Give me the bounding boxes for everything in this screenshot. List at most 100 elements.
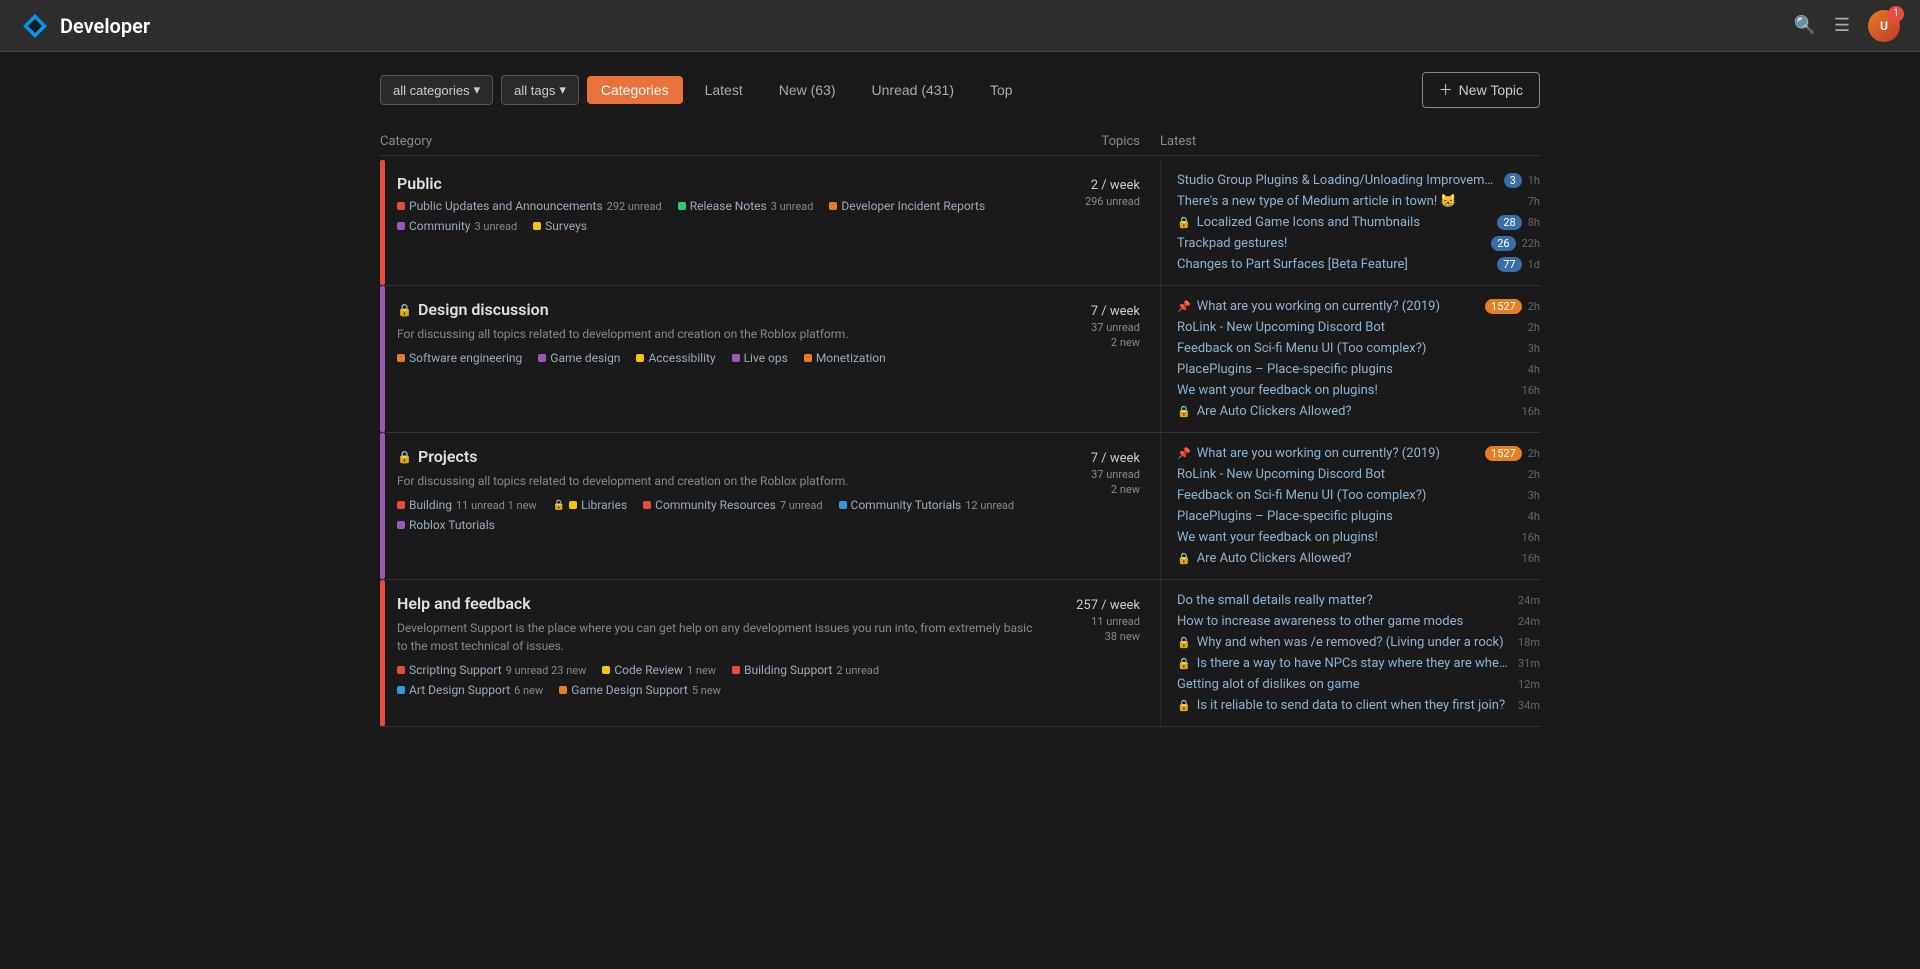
category-name[interactable]: Public <box>397 174 1040 193</box>
latest-topic-link[interactable]: Localized Game Icons and Thumbnails <box>1197 215 1492 230</box>
latest-topic-link[interactable]: Is there a way to have NPCs stay where t… <box>1197 656 1512 671</box>
tab-categories[interactable]: Categories <box>587 76 683 104</box>
notification-badge: 1 <box>1888 6 1904 22</box>
stat-new: 2 new <box>1111 483 1140 496</box>
subcat-color-dot <box>678 202 686 210</box>
subcat-name-link[interactable]: Community Resources <box>655 498 776 512</box>
subcat-name-link[interactable]: Surveys <box>545 219 587 233</box>
subcat-name-link[interactable]: Community Tutorials <box>851 498 962 512</box>
category-color-bar <box>380 160 385 285</box>
subcat-count: 3 unread <box>771 200 814 213</box>
tab-top[interactable]: Top <box>976 76 1027 104</box>
latest-topic-link[interactable]: What are you working on currently? (2019… <box>1197 446 1479 461</box>
subcategories: Software engineering Game design Accessibi… <box>397 351 1040 365</box>
subcat-color-dot <box>732 666 740 674</box>
latest-topic-link[interactable]: We want your feedback on plugins! <box>1177 383 1516 398</box>
latest-topic-link[interactable]: PlacePlugins – Place-specific plugins <box>1177 362 1522 377</box>
category-latest: Do the small details really matter?24mHo… <box>1160 580 1540 726</box>
subcat-color-dot <box>732 354 740 362</box>
subcat-name-link[interactable]: Public Updates and Announcements <box>409 199 603 213</box>
latest-time: 2h <box>1528 468 1540 481</box>
category-name[interactable]: Help and feedback <box>397 594 1040 613</box>
subcat-color-dot <box>643 501 651 509</box>
tab-new[interactable]: New (63) <box>765 76 850 104</box>
latest-topic-link[interactable]: Are Auto Clickers Allowed? <box>1197 551 1516 566</box>
stat-per-week: 7 / week <box>1091 304 1140 319</box>
hamburger-icon[interactable]: ☰ <box>1834 15 1850 36</box>
subcat-count: 3 unread <box>474 220 517 233</box>
reply-count-badge: 28 <box>1497 215 1521 230</box>
latest-topic-link[interactable]: Are Auto Clickers Allowed? <box>1197 404 1516 419</box>
latest-time: 16h <box>1522 552 1540 565</box>
latest-topic-link[interactable]: There's a new type of Medium article in … <box>1177 194 1522 209</box>
category-color-bar <box>380 580 385 726</box>
subcat-name-link[interactable]: Libraries <box>581 498 627 512</box>
latest-topic-link[interactable]: How to increase awareness to other game … <box>1177 614 1512 629</box>
category-name[interactable]: 🔒Projects <box>397 447 1040 466</box>
subcat-name-link[interactable]: Accessibility <box>648 351 715 365</box>
subcat-color-dot <box>397 686 405 694</box>
locked-icon: 🔒 <box>1177 636 1191 649</box>
latest-topic-link[interactable]: Why and when was /e removed? (Living und… <box>1197 635 1512 650</box>
subcat-name-link[interactable]: Building Support <box>744 663 832 677</box>
latest-time: 7h <box>1528 195 1540 208</box>
latest-topic-link[interactable]: Trackpad gestures! <box>1177 236 1485 251</box>
latest-topic-link[interactable]: Is it reliable to send data to client wh… <box>1197 698 1512 713</box>
subcat-name-link[interactable]: Monetization <box>816 351 886 365</box>
tab-unread[interactable]: Unread (431) <box>858 76 969 104</box>
tab-latest[interactable]: Latest <box>691 76 757 104</box>
subcategory-item: Release Notes 3 unread <box>678 199 814 213</box>
new-topic-button[interactable]: ＋ New Topic <box>1422 72 1540 108</box>
subcategories: Scripting Support9 unread 23 newCode Rev… <box>397 663 1040 697</box>
locked-icon: 🔒 <box>1177 405 1191 418</box>
subcat-color-dot <box>829 202 837 210</box>
latest-topic-link[interactable]: Do the small details really matter? <box>1177 593 1512 608</box>
latest-topic-link[interactable]: Getting alot of dislikes on game <box>1177 677 1512 692</box>
col-header-category: Category <box>380 134 1060 149</box>
subcat-color-dot <box>397 354 405 362</box>
locked-icon: 🔒 <box>1177 699 1191 712</box>
latest-topic-link[interactable]: PlacePlugins – Place-specific plugins <box>1177 509 1522 524</box>
col-header-latest: Latest <box>1160 134 1540 149</box>
latest-time: 1d <box>1528 258 1540 271</box>
latest-topic-link[interactable]: RoLink - New Upcoming Discord Bot <box>1177 467 1522 482</box>
subcat-count: 5 new <box>692 684 721 697</box>
subcat-name-link[interactable]: Game design <box>550 351 620 365</box>
latest-topic-link[interactable]: Feedback on Sci-fi Menu UI (Too complex?… <box>1177 341 1522 356</box>
subcat-name-link[interactable]: Art Design Support <box>409 683 510 697</box>
subcat-name-link[interactable]: Game Design Support <box>571 683 688 697</box>
subcat-count: 2 unread <box>836 664 879 677</box>
latest-topic-link[interactable]: Feedback on Sci-fi Menu UI (Too complex?… <box>1177 488 1522 503</box>
subcat-name-link[interactable]: Developer Incident Reports <box>841 199 985 213</box>
subcat-name-link[interactable]: Building <box>409 498 452 512</box>
search-icon[interactable]: 🔍 <box>1793 15 1815 36</box>
subcat-name-link[interactable]: Scripting Support <box>409 663 502 677</box>
latest-item: How to increase awareness to other game … <box>1177 611 1540 632</box>
subcat-name-link[interactable]: Code Review <box>614 663 683 677</box>
category-name[interactable]: 🔒Design discussion <box>397 300 1040 319</box>
pinned-icon: 📌 <box>1177 300 1191 313</box>
subcat-name-link[interactable]: Release Notes <box>690 199 767 213</box>
category-info: 🔒Design discussionFor discussing all top… <box>397 286 1050 432</box>
latest-topic-link[interactable]: We want your feedback on plugins! <box>1177 530 1516 545</box>
all-categories-filter[interactable]: all categories ▾ <box>380 75 493 105</box>
table-header: Category Topics Latest <box>380 128 1540 156</box>
all-tags-filter[interactable]: all tags ▾ <box>501 75 579 105</box>
latest-topic-link[interactable]: RoLink - New Upcoming Discord Bot <box>1177 320 1522 335</box>
subcategory-item: Game Design Support 5 new <box>559 683 721 697</box>
subcat-name-link[interactable]: Software engineering <box>409 351 522 365</box>
latest-item: 📌 What are you working on currently? (201… <box>1177 296 1540 317</box>
latest-item: 🔒 Why and when was /e removed? (Living un… <box>1177 632 1540 653</box>
subcat-name-link[interactable]: Live ops <box>744 351 788 365</box>
subcat-color-dot <box>602 666 610 674</box>
stat-unread: 11 unread <box>1091 615 1140 628</box>
user-avatar[interactable]: U 1 <box>1868 10 1900 42</box>
subcat-name-link[interactable]: Community <box>409 219 470 233</box>
latest-time: 3h <box>1528 342 1540 355</box>
latest-time: 2h <box>1528 447 1540 460</box>
subcat-name-link[interactable]: Roblox Tutorials <box>409 518 495 532</box>
latest-topic-link[interactable]: Changes to Part Surfaces [Beta Feature] <box>1177 257 1491 272</box>
category-description: For discussing all topics related to dev… <box>397 472 1040 490</box>
latest-topic-link[interactable]: What are you working on currently? (2019… <box>1197 299 1479 314</box>
latest-topic-link[interactable]: Studio Group Plugins & Loading/Unloading… <box>1177 173 1498 188</box>
